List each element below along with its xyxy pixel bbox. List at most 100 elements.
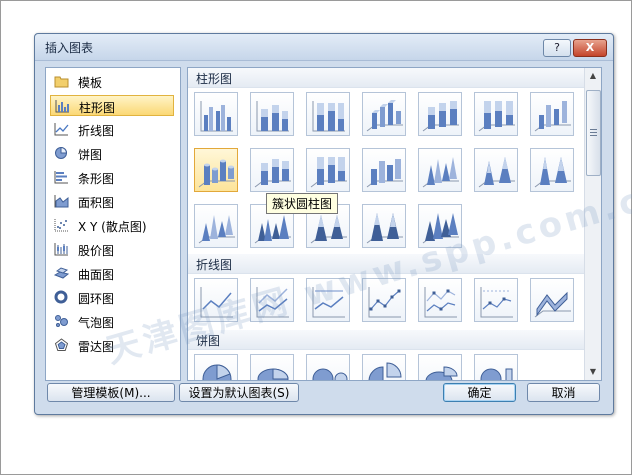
manage-templates-button[interactable]: 管理模板(M)... <box>47 383 175 402</box>
help-button[interactable]: ? <box>543 39 571 57</box>
chart-thumb-3d-cone[interactable] <box>194 204 238 248</box>
doughnut-chart-icon <box>54 290 68 304</box>
chart-thumb-stacked-line[interactable] <box>250 278 294 322</box>
stacked-line-markers-icon <box>424 287 457 318</box>
category-item-radar[interactable]: 雷达图 <box>50 335 174 356</box>
chart-thumb-line[interactable] <box>194 278 238 322</box>
category-item-bubble[interactable]: 气泡图 <box>50 311 174 332</box>
chart-thumb-clustered-column[interactable] <box>194 92 238 136</box>
column-chart-icon <box>55 100 69 113</box>
3d-cone-icon <box>198 215 235 244</box>
bubble-chart-icon <box>55 315 68 327</box>
chart-thumb-3d-clustered-column[interactable] <box>362 92 406 136</box>
gallery-scrollbar[interactable]: ▲ ▼ <box>584 68 601 380</box>
chart-thumb-3d-exploded-pie[interactable] <box>418 354 462 380</box>
category-item-template[interactable]: 模板 <box>50 71 174 92</box>
category-item-column[interactable]: 柱形图 <box>50 95 174 116</box>
chart-thumb-3d-100-stacked-column[interactable] <box>474 92 518 136</box>
chart-thumb-100-stacked-line-with-markers[interactable] <box>474 278 518 322</box>
section-header-column: 柱形图 <box>188 68 584 88</box>
category-item-bar[interactable]: 条形图 <box>50 167 174 188</box>
category-label: 面积图 <box>78 196 115 210</box>
category-item-stock[interactable]: 股价图 <box>50 239 174 260</box>
category-label: 饼图 <box>78 148 103 162</box>
close-button[interactable]: X <box>573 39 607 57</box>
chart-thumb-3d-line[interactable] <box>530 278 574 322</box>
exploded-pie-icon <box>368 362 402 380</box>
area-chart-icon <box>54 195 69 208</box>
set-as-default-button[interactable]: 设置为默认图表(S) <box>179 383 299 402</box>
chart-thumb-3d-cylinder[interactable] <box>362 148 406 192</box>
chart-thumb-100-stacked-pyramid[interactable] <box>362 204 406 248</box>
chart-thumb-pie[interactable] <box>194 354 238 380</box>
chart-thumb-stacked-line-with-markers[interactable] <box>418 278 462 322</box>
chart-thumb-bar-of-pie[interactable] <box>474 354 518 380</box>
line-icon <box>200 287 233 318</box>
pie-of-pie-icon <box>312 368 348 380</box>
line-chart-icon <box>54 123 69 136</box>
pie-chart-icon <box>55 146 68 159</box>
dialog-title: 插入图表 <box>45 41 94 55</box>
percent-stacked-line-icon <box>312 287 345 318</box>
chart-thumb-100-stacked-cylinder[interactable] <box>306 148 350 192</box>
chart-thumb-3d-pyramid[interactable] <box>418 204 462 248</box>
chart-thumb-100-stacked-cone[interactable] <box>530 148 574 192</box>
scroll-down-arrow-icon[interactable]: ▼ <box>585 364 601 380</box>
chart-thumb-100-stacked-column[interactable] <box>306 92 350 136</box>
surface-chart-icon <box>54 267 69 279</box>
clustered-column-icon <box>200 101 233 132</box>
chart-thumb-stacked-column[interactable] <box>250 92 294 136</box>
title-bar: 插入图表 ? X <box>35 34 613 61</box>
3d-exploded-pie-icon <box>425 366 458 380</box>
category-item-line[interactable]: 折线图 <box>50 119 174 140</box>
category-label: 股价图 <box>78 244 115 258</box>
category-item-doughnut[interactable]: 圆环图 <box>50 287 174 308</box>
category-label: 曲面图 <box>78 268 115 282</box>
3d-line-icon <box>534 291 571 318</box>
percent-stacked-cone-icon <box>534 157 571 188</box>
percent-stacked-column-icon <box>312 101 345 132</box>
scatter-chart-icon <box>54 219 68 232</box>
chart-thumb-stacked-cone[interactable] <box>474 148 518 192</box>
stacked-cylinder-icon <box>254 159 291 188</box>
section-label: 饼图 <box>196 334 221 348</box>
insert-chart-dialog: 插入图表 ? X 模板 柱形图 折线图 饼图 条形图 面积图 X Y (散点图)… <box>34 33 632 415</box>
percent-stacked-cylinder-icon <box>310 157 347 188</box>
chart-thumb-100-stacked-line[interactable] <box>306 278 350 322</box>
chart-thumb-pie-of-pie[interactable] <box>306 354 350 380</box>
chart-thumb-3d-pie[interactable] <box>250 354 294 380</box>
chart-gallery: 柱形图 折线图 饼图 ▲ ▼ 簇状圆柱图 <box>187 67 602 381</box>
bar-chart-icon <box>54 171 68 184</box>
chart-thumb-clustered-cylinder[interactable] <box>194 148 238 192</box>
chart-thumb-stacked-cylinder[interactable] <box>250 148 294 192</box>
grip-line <box>590 129 597 130</box>
3d-cylinder-icon <box>366 159 403 188</box>
scrollbar-thumb[interactable] <box>586 90 601 176</box>
ok-button[interactable]: 确定 <box>443 383 516 402</box>
scroll-up-arrow-icon[interactable]: ▲ <box>585 68 601 84</box>
category-item-surface[interactable]: 曲面图 <box>50 263 174 284</box>
chart-thumb-clustered-cone[interactable] <box>418 148 462 192</box>
cancel-button[interactable]: 取消 <box>527 383 600 402</box>
line-markers-icon <box>368 287 401 318</box>
chart-thumb-3d-stacked-column[interactable] <box>418 92 462 136</box>
grip-line <box>590 132 597 133</box>
category-item-area[interactable]: 面积图 <box>50 191 174 212</box>
chart-thumb-3d-column[interactable] <box>530 92 574 136</box>
section-label: 折线图 <box>196 258 233 272</box>
category-label: 折线图 <box>78 124 115 138</box>
percent-stacked-line-markers-icon <box>480 287 513 318</box>
stacked-line-icon <box>256 287 289 318</box>
3d-percent-stacked-column-icon <box>478 101 515 132</box>
chart-thumb-exploded-pie[interactable] <box>362 354 406 380</box>
section-header-pie: 饼图 <box>188 330 584 350</box>
category-label: 柱形图 <box>79 101 116 115</box>
category-label: 圆环图 <box>78 292 115 306</box>
pie-icon <box>202 364 232 380</box>
radar-chart-icon <box>54 338 69 351</box>
chart-thumb-line-with-markers[interactable] <box>362 278 406 322</box>
chart-type-tooltip: 簇状圆柱图 <box>266 193 339 214</box>
clustered-cone-icon <box>422 157 459 188</box>
category-item-pie[interactable]: 饼图 <box>50 143 174 164</box>
category-item-scatter[interactable]: X Y (散点图) <box>50 215 174 236</box>
